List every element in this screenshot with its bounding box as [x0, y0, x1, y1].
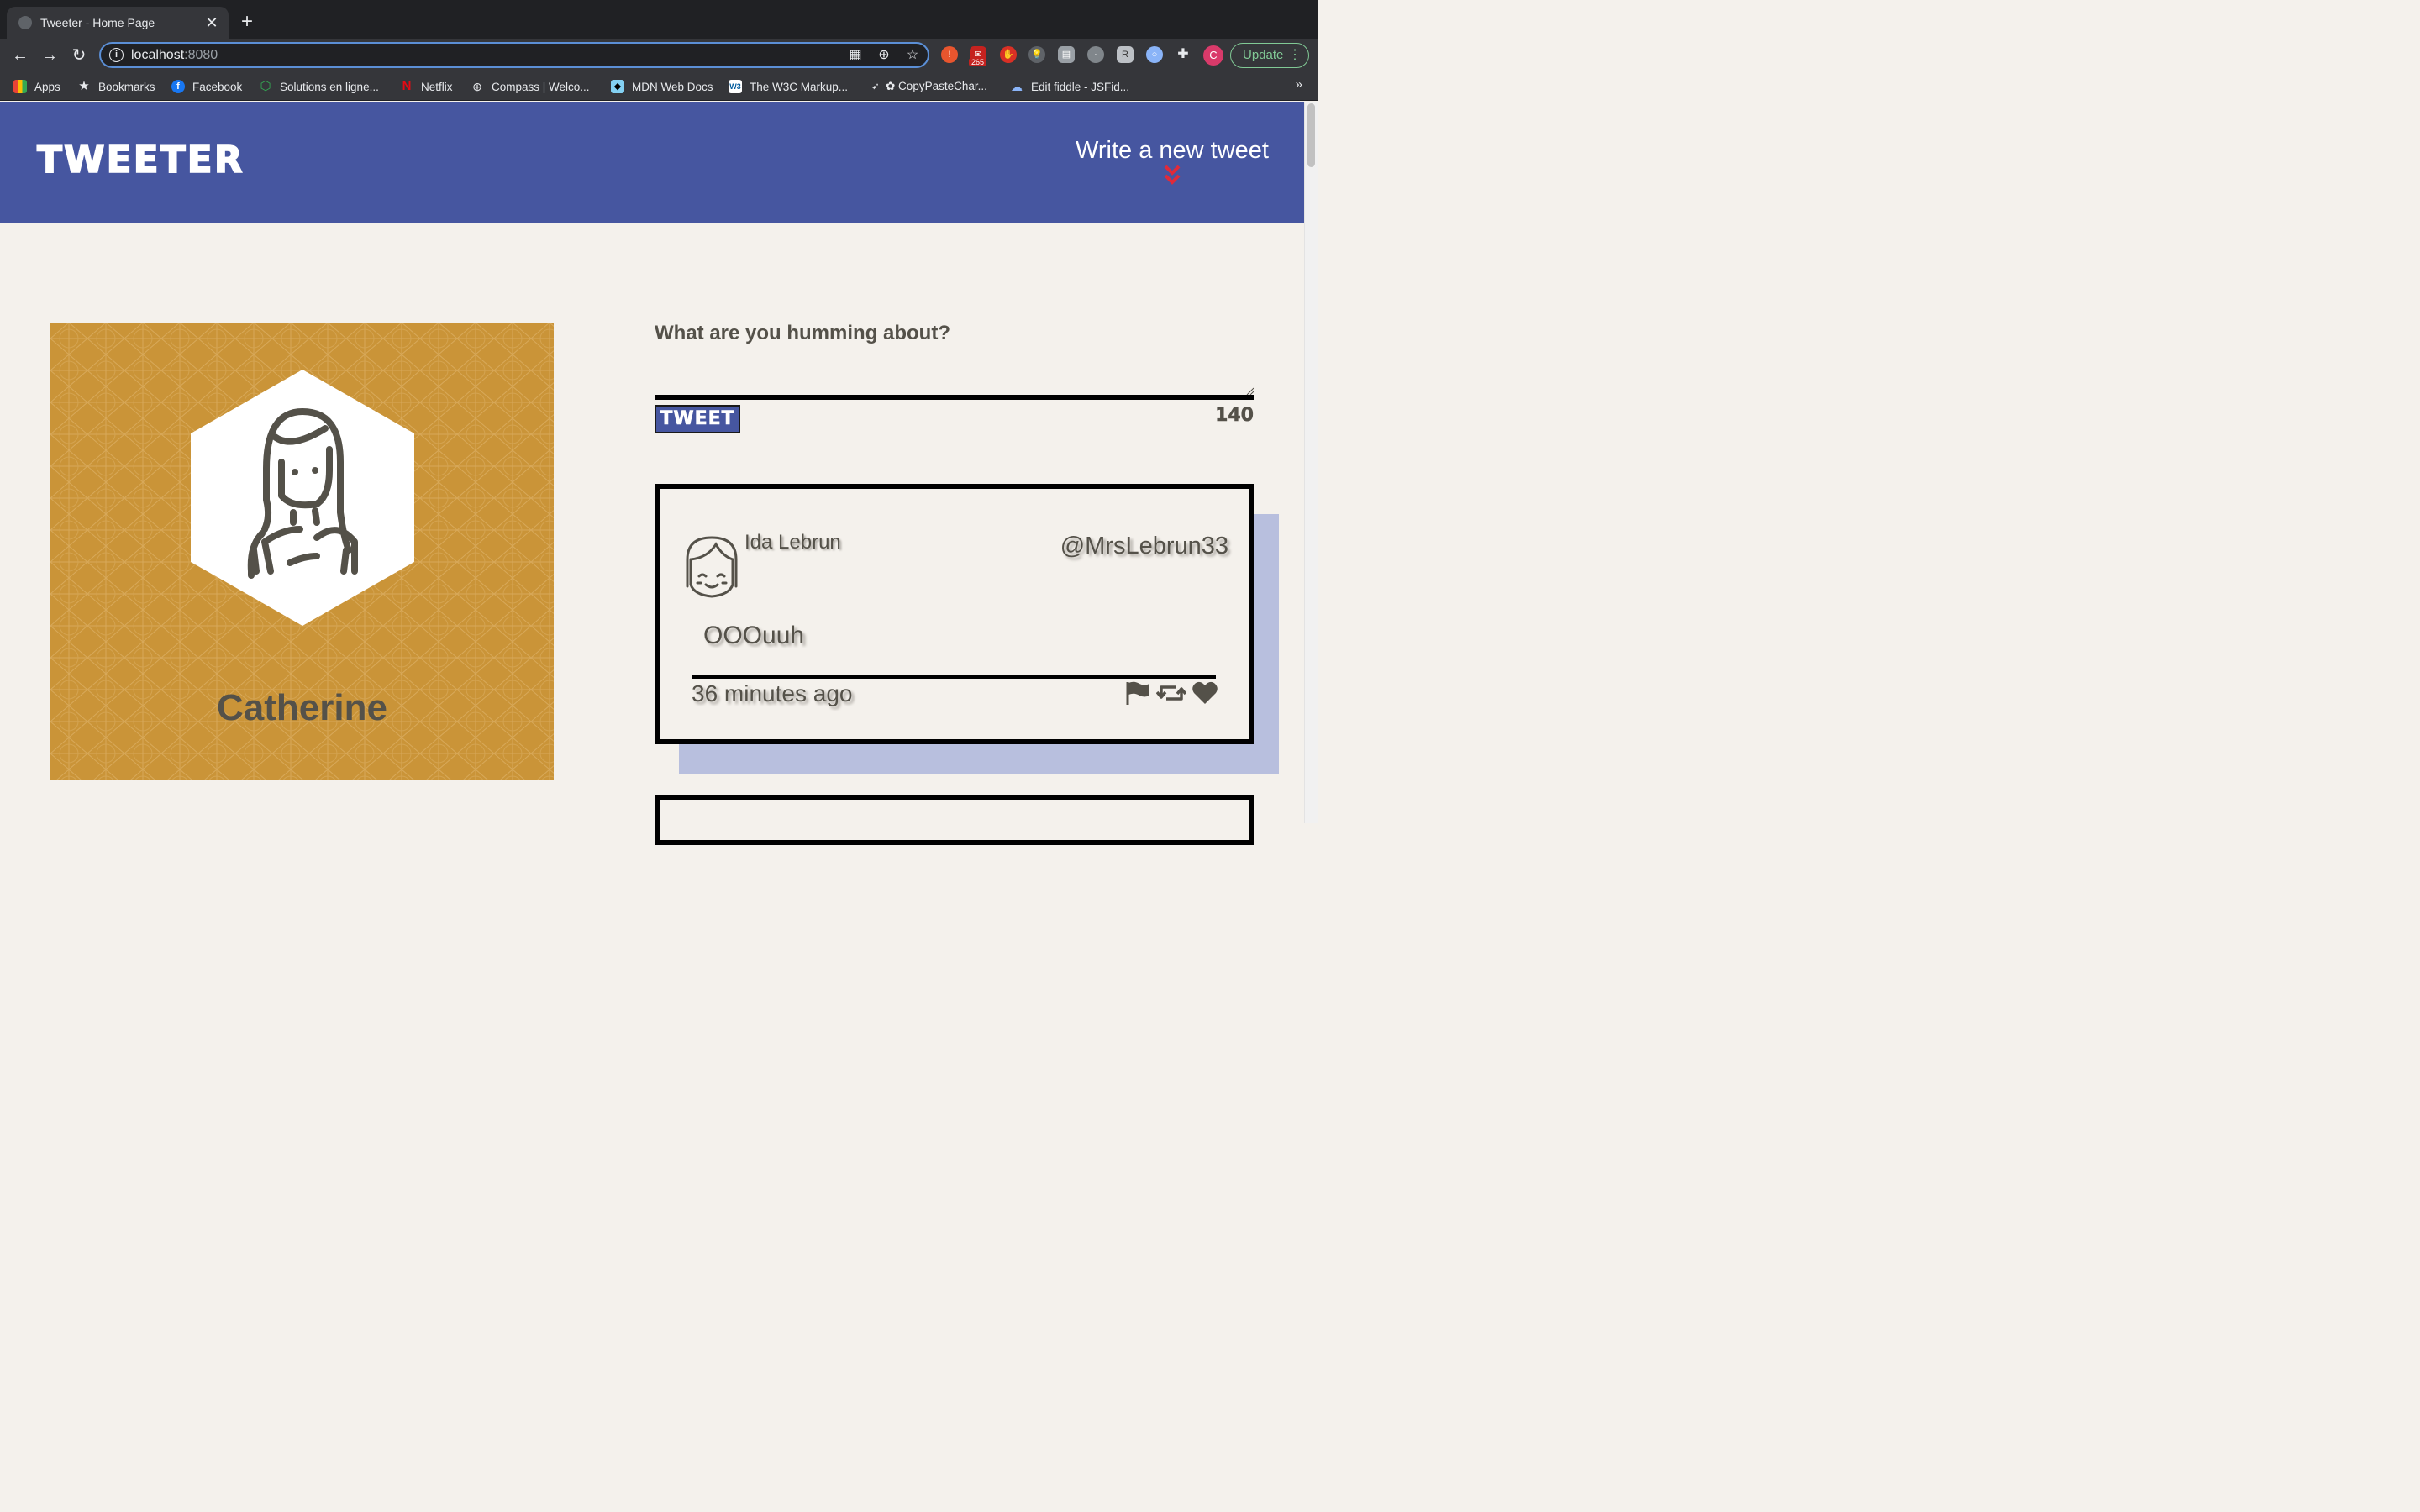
- extension-circle-icon[interactable]: ·: [1087, 46, 1104, 63]
- write-new-tweet-link[interactable]: Write a new tweet: [1076, 137, 1269, 165]
- bookmark-solutions[interactable]: ⬡ Solutions en ligne...: [259, 78, 378, 95]
- bookmark-bookmarks[interactable]: ★ Bookmarks: [77, 78, 155, 95]
- w3c-icon: W3: [729, 80, 742, 93]
- tweet-divider: [692, 675, 1216, 679]
- extension-adblock-icon[interactable]: ✋: [1000, 46, 1017, 63]
- zoom-icon[interactable]: ⊕: [876, 47, 892, 64]
- bookmark-facebook[interactable]: f Facebook: [171, 78, 242, 95]
- star-icon: ★: [78, 79, 90, 93]
- facebook-icon: f: [171, 80, 185, 93]
- address-bar[interactable]: i localhost:8080 ▦ ⊕ ☆: [99, 42, 929, 68]
- profile-avatar[interactable]: C: [1203, 45, 1223, 66]
- apps-grid-icon: [13, 80, 27, 93]
- extensions-puzzle-icon[interactable]: ✚: [1175, 46, 1192, 63]
- flag-icon[interactable]: [1124, 680, 1151, 706]
- site-header: TWEETER Write a new tweet: [0, 102, 1304, 223]
- tweet-author-handle: @MrsLebrun33: [1060, 533, 1228, 559]
- menu-dots-icon[interactable]: ⋮: [1288, 44, 1302, 67]
- cloud-icon: ☁: [1011, 80, 1023, 93]
- resize-grip-icon[interactable]: [1245, 386, 1254, 395]
- extension-ring-icon[interactable]: ○: [1146, 46, 1163, 63]
- tweet-textarea[interactable]: [655, 351, 1254, 395]
- tweet-author-avatar: [686, 536, 738, 598]
- qr-code-icon[interactable]: ▦: [847, 47, 864, 64]
- extension-alert-icon[interactable]: !: [941, 46, 958, 63]
- bookmark-mdn[interactable]: ◆ MDN Web Docs: [611, 78, 713, 95]
- tab-title: Tweeter - Home Page: [40, 16, 155, 29]
- back-button[interactable]: ←: [8, 44, 32, 67]
- compose-underline: [655, 395, 1254, 400]
- extension-grid-icon[interactable]: R: [1117, 46, 1134, 63]
- profile-avatar-hexagon: [191, 370, 414, 626]
- tweet-timestamp: 36 minutes ago: [692, 680, 853, 706]
- bookmarks-overflow-button[interactable]: »: [1296, 77, 1302, 92]
- site-logo[interactable]: TWEETER: [36, 138, 245, 182]
- update-button[interactable]: Update ⋮: [1230, 43, 1309, 68]
- cursor-icon: ➹: [871, 81, 880, 92]
- netflix-icon: N: [402, 79, 412, 93]
- close-tab-icon[interactable]: ✕: [203, 14, 220, 32]
- character-counter: 140: [1215, 405, 1254, 427]
- retweet-icon[interactable]: [1156, 680, 1186, 706]
- new-tab-button[interactable]: +: [237, 10, 257, 34]
- compose-label: What are you humming about?: [655, 322, 950, 344]
- forward-button[interactable]: →: [38, 44, 61, 67]
- profile-name: Catherine: [217, 687, 387, 728]
- scrollbar-thumb[interactable]: [1307, 103, 1315, 167]
- browser-tab[interactable]: Tweeter - Home Page ✕: [7, 7, 229, 39]
- url-text: localhost:8080: [131, 48, 218, 62]
- tweet-button[interactable]: TWEET: [655, 405, 740, 433]
- bookmark-apps[interactable]: Apps: [13, 78, 60, 95]
- bookmarks-bar: Apps ★ Bookmarks f Facebook ⬡ Solutions en …: [0, 72, 1318, 101]
- tweet-content: OOOuuh: [703, 622, 805, 649]
- bookmark-star-icon[interactable]: ☆: [904, 47, 921, 64]
- browser-tab-strip: Tweeter - Home Page ✕ +: [0, 0, 1318, 39]
- extension-notes-icon[interactable]: ▤: [1058, 46, 1075, 63]
- globe-icon: [18, 16, 32, 29]
- bookmark-jsfiddle[interactable]: ☁ Edit fiddle - JSFid...: [1010, 78, 1129, 95]
- mail-badge: 265: [969, 58, 987, 66]
- bookmark-netflix[interactable]: N Netflix: [400, 78, 453, 95]
- tweet-author-name: Ida Lebrun: [744, 531, 841, 554]
- compass-icon: ⊕: [472, 80, 482, 93]
- reload-button[interactable]: ↻: [67, 44, 91, 67]
- bookmark-copypastechar[interactable]: ➹ ✿ CopyPasteChar...: [871, 78, 986, 95]
- mdn-icon: ◆: [611, 80, 624, 93]
- bookmark-compass[interactable]: ⊕ Compass | Welco...: [471, 78, 589, 95]
- tweet-card: [655, 795, 1254, 845]
- double-chevron-down-icon[interactable]: [1163, 164, 1181, 189]
- hexagon-icon: ⬡: [260, 79, 271, 93]
- bookmark-w3c[interactable]: W3 The W3C Markup...: [729, 78, 848, 95]
- extension-bulb-icon[interactable]: 💡: [1028, 46, 1045, 63]
- page-scrollbar[interactable]: [1304, 102, 1318, 823]
- site-info-icon[interactable]: i: [109, 48, 124, 62]
- heart-icon[interactable]: [1192, 680, 1218, 706]
- browser-toolbar: ← → ↻ i localhost:8080 ▦ ⊕ ☆ ! ✉ 265 ✋ 💡…: [0, 39, 1318, 72]
